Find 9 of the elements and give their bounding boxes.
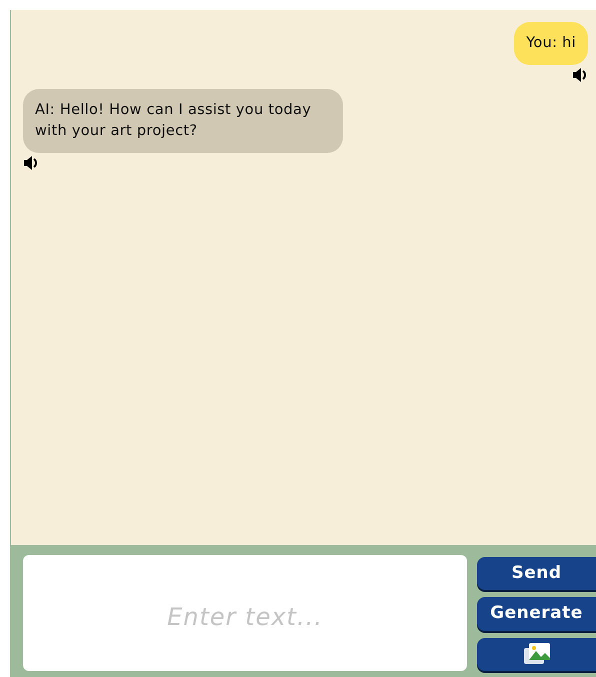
image-button[interactable]: [477, 638, 596, 671]
action-button[interactable]: Generate: [477, 597, 596, 631]
speaker-icon[interactable]: [23, 155, 39, 171]
ai-message: AI: Hello! How can I assist you today with your art project?: [23, 89, 343, 153]
image-icon: [522, 642, 550, 666]
text-input-field[interactable]: Enter text...: [23, 555, 467, 671]
user-message: You: hi: [514, 22, 588, 65]
speaker-icon[interactable]: [572, 67, 588, 83]
action-button[interactable]: Send: [477, 557, 596, 590]
